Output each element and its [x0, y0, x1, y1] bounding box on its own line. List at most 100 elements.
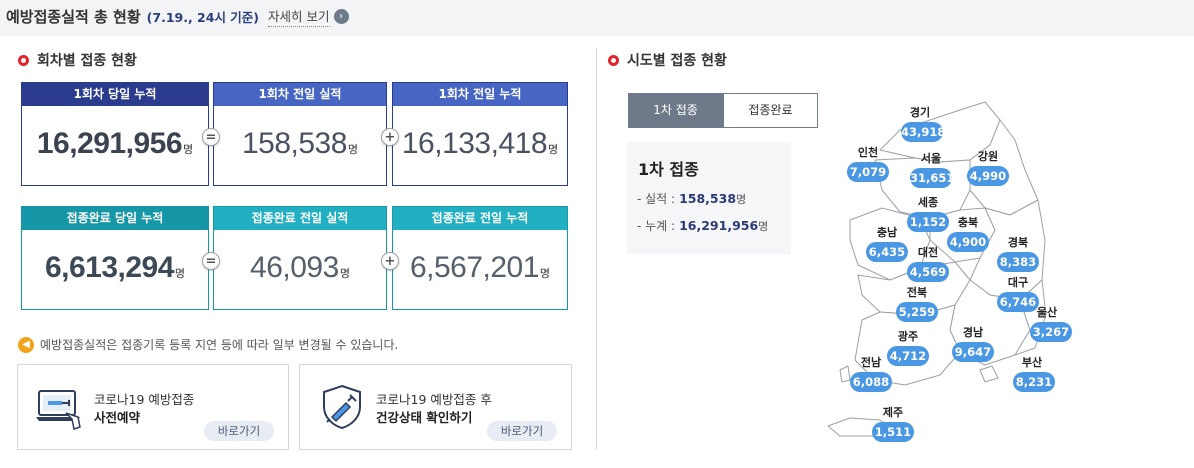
region-label: 울산	[1036, 306, 1058, 319]
laptop-syringe-icon	[36, 390, 81, 430]
bullet-icon	[18, 54, 29, 66]
region-label: 경북	[1007, 236, 1029, 249]
card-caption: 접종완료 전일 누적	[393, 207, 567, 230]
card-value: 16,133,418	[401, 127, 548, 160]
section-divider	[596, 48, 597, 450]
region-label: 세종	[917, 196, 939, 209]
plus-icon: +	[381, 128, 399, 146]
region-value-badge[interactable]: 5,259	[896, 302, 938, 322]
link-line1: 코로나19 예방접종	[94, 392, 195, 407]
region-label: 강원	[977, 150, 999, 163]
card-value: 6,567,201	[409, 251, 539, 284]
region-label: 충남	[876, 226, 898, 239]
completed-yesterday-card: 접종완료 전일 실적 46,093명	[213, 206, 387, 310]
summary-title: 1차 접종	[638, 160, 699, 179]
region-label: 서울	[920, 152, 942, 165]
reference-date: (7.19., 24시 기준)	[146, 9, 260, 25]
completed-today-card: 접종완료 당일 누적 6,613,294명	[21, 206, 209, 310]
region-value-badge[interactable]: 8,231	[1013, 372, 1055, 392]
tab-first-dose[interactable]: 1차 접종	[628, 93, 723, 128]
region-value-badge[interactable]: 9,647	[952, 342, 994, 362]
region-value-badge[interactable]: 1,511	[872, 422, 914, 442]
region-label: 부산	[1021, 356, 1043, 369]
region-value-badge[interactable]: 6,435	[866, 242, 908, 262]
region-value-badge[interactable]: 7,079	[847, 162, 889, 182]
region-label: 제주	[882, 406, 904, 419]
notice: ◀ 예방접종실적은 접종기록 등록 지연 등에 따라 일부 변경될 수 있습니다…	[18, 336, 398, 353]
summary-value: 158,538	[679, 191, 737, 206]
pre-reservation-card[interactable]: 코로나19 예방접종 사전예약 바로가기	[17, 364, 289, 450]
summary-row: - 누계 :16,291,956명	[637, 217, 768, 234]
more-link[interactable]: 자세히 보기	[268, 6, 330, 27]
region-label: 전북	[906, 286, 928, 299]
region-label: 경기	[909, 106, 931, 119]
region-label: 경남	[962, 326, 984, 339]
region-value-badge[interactable]: 43,918	[901, 122, 945, 142]
region-value-badge[interactable]: 8,383	[997, 252, 1039, 272]
tab-completed[interactable]: 접종완료	[723, 93, 818, 128]
link-line1: 코로나19 예방접종 후	[376, 392, 492, 407]
card-value: 46,093	[250, 251, 339, 284]
summary-unit: 명	[758, 220, 769, 233]
region-label: 충북	[957, 216, 979, 229]
card-unit: 명	[339, 267, 350, 280]
equals-icon: =	[202, 252, 220, 270]
region-value-badge[interactable]: 31,651	[910, 168, 954, 188]
card-caption: 1회차 전일 누적	[393, 83, 567, 106]
card-unit: 명	[548, 143, 559, 156]
dose-tabs: 1차 접종 접종완료	[628, 93, 818, 128]
link-line2: 건강상태 확인하기	[376, 410, 473, 425]
region-value-badge[interactable]: 4,990	[967, 166, 1009, 186]
summary-label: - 누계 :	[637, 219, 676, 233]
go-button[interactable]: 바로가기	[204, 421, 274, 441]
first-dose-yesterday-card: 1회차 전일 실적 158,538명	[213, 82, 387, 186]
card-unit: 명	[183, 143, 194, 156]
card-caption: 1회차 당일 누적	[22, 83, 208, 106]
card-value: 158,538	[241, 127, 347, 160]
summary-unit: 명	[736, 193, 747, 206]
speaker-icon: ◀	[18, 336, 34, 353]
region-label: 광주	[897, 330, 919, 343]
round-section-title-text: 회차별 접종 현황	[37, 53, 137, 69]
plus-icon: +	[381, 252, 399, 270]
card-unit: 명	[347, 143, 359, 156]
round-section-title: 회차별 접종 현황	[18, 50, 137, 70]
health-check-card[interactable]: 코로나19 예방접종 후 건강상태 확인하기 바로가기	[299, 364, 572, 450]
region-value-badge[interactable]: 1,152	[907, 212, 949, 232]
region-label: 전남	[860, 356, 882, 369]
card-caption: 접종완료 당일 누적	[22, 207, 208, 230]
region-value-badge[interactable]: 4,900	[947, 232, 989, 252]
card-value: 6,613,294	[44, 251, 174, 284]
card-caption: 1회차 전일 실적	[214, 83, 386, 106]
bullet-icon	[608, 54, 619, 66]
card-unit: 명	[539, 267, 551, 280]
go-button[interactable]: 바로가기	[487, 421, 557, 441]
first-dose-prev-total-card: 1회차 전일 누적 16,133,418명	[392, 82, 568, 186]
summary-label: - 실적 :	[637, 192, 676, 206]
chevron-right-icon[interactable]: ›	[333, 8, 349, 24]
region-value-badge[interactable]: 4,569	[907, 262, 949, 282]
shield-syringe-icon	[323, 384, 361, 430]
map-island	[979, 365, 999, 383]
summary-box: 1차 접종 - 실적 :158,538명 - 누계 :16,291,956명	[627, 142, 791, 254]
card-value: 16,291,956	[36, 127, 183, 160]
region-value-badge[interactable]: 6,088	[850, 372, 892, 392]
first-dose-today-card: 1회차 당일 누적 16,291,956명	[21, 82, 209, 186]
link-line2: 사전예약	[94, 410, 141, 425]
page-title: 예방접종실적 총 현황	[6, 7, 141, 26]
summary-value: 16,291,956	[679, 218, 759, 233]
page-header: 예방접종실적 총 현황 (7.19., 24시 기준) 자세히 보기 ›	[6, 4, 349, 28]
completed-prev-total-card: 접종완료 전일 누적 6,567,201명	[392, 206, 568, 310]
region-value-badge[interactable]: 3,267	[1030, 322, 1072, 342]
region-label: 인천	[857, 146, 879, 159]
card-unit: 명	[174, 267, 186, 280]
card-caption: 접종완료 전일 실적	[214, 207, 386, 230]
notice-text: 예방접종실적은 접종기록 등록 지연 등에 따라 일부 변경될 수 있습니다.	[40, 338, 399, 352]
region-section-title: 시도별 접종 현황	[608, 50, 727, 70]
region-value-badge[interactable]: 4,712	[887, 346, 929, 366]
region-section-title-text: 시도별 접종 현황	[627, 53, 727, 69]
region-label: 대전	[917, 246, 939, 259]
equals-icon: =	[202, 128, 220, 146]
summary-row: - 실적 :158,538명	[637, 190, 746, 207]
region-label: 대구	[1007, 276, 1029, 289]
